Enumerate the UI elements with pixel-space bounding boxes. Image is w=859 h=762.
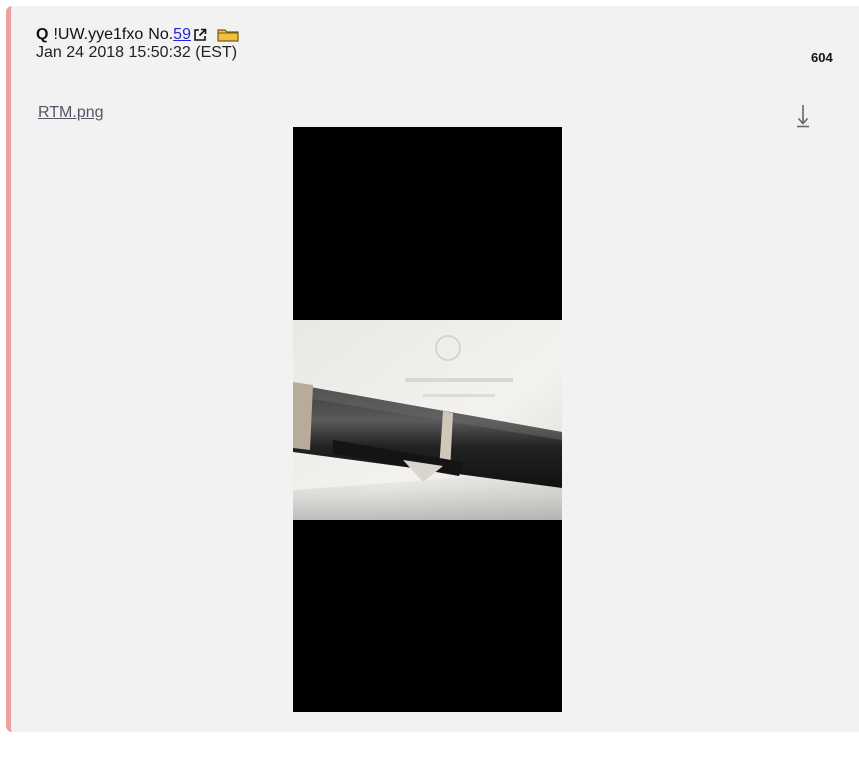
post-number-prefix: No. [148, 26, 174, 43]
external-link-icon[interactable] [193, 28, 207, 42]
post-date: Jan 24 2018 15:50:32 (EST) [36, 44, 238, 61]
post-tripcode: !UW.yye1fxo [53, 26, 144, 43]
pen-photo [293, 320, 562, 520]
folder-icon[interactable] [217, 28, 239, 42]
post-header: Q !UW.yye1fxo No. 59 Jan 24 2018 15:50:3… [36, 26, 239, 62]
attachment-filename-link[interactable]: RTM.png [38, 104, 104, 122]
attachment-image[interactable] [293, 127, 562, 712]
post-header-line: Q !UW.yye1fxo No. 59 [36, 26, 239, 44]
download-arrow-icon[interactable] [795, 102, 811, 128]
post-number-link[interactable]: 59 [173, 26, 191, 44]
post-container: Q !UW.yye1fxo No. 59 Jan 24 2018 15:50:3… [6, 6, 859, 732]
post-count: 604 [811, 50, 833, 65]
post-author: Q [36, 26, 49, 43]
